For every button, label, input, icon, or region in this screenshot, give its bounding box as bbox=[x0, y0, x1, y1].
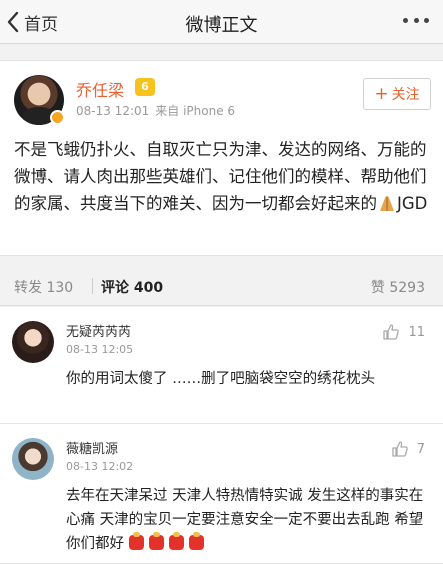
top-navigation-bar: 首页 微博正文 bbox=[0, 0, 443, 44]
gift-emoji-icon bbox=[149, 532, 164, 550]
post-text-suffix: JGD bbox=[397, 194, 428, 213]
avatar[interactable] bbox=[12, 438, 54, 480]
verified-icon bbox=[50, 110, 65, 125]
tab-comment[interactable]: 评论 400 bbox=[101, 277, 163, 297]
comment-author-name[interactable]: 薇糖凯源 bbox=[66, 438, 118, 457]
post-meta: 08-13 12:01 来自 iPhone 6 bbox=[76, 102, 235, 119]
praying-hands-icon bbox=[380, 196, 394, 211]
page-title: 微博正文 bbox=[185, 15, 258, 36]
comment-like-count: 7 bbox=[416, 441, 425, 457]
gift-emoji-icon bbox=[169, 532, 184, 550]
gift-emoji-icon bbox=[189, 532, 204, 550]
tab-like[interactable]: 赞 5293 bbox=[371, 277, 425, 297]
tab-repost[interactable]: 转发 130 bbox=[14, 277, 73, 297]
comment-item: 无疑芮芮芮 08-13 12:05 11 你的用词太傻了 ……删了吧脑袋空空的绣… bbox=[0, 307, 443, 424]
comment-text: 去年在天津呆过 天津人特热情特实诚 发生这样的事实在心痛 天津的宝贝一定要注意安… bbox=[66, 484, 436, 556]
comment-time: 08-13 12:05 bbox=[66, 343, 134, 356]
comment-like-button[interactable]: 11 bbox=[382, 323, 425, 341]
gift-emoji-icon bbox=[129, 532, 144, 550]
follow-button[interactable]: + 关注 bbox=[363, 78, 431, 110]
post-time: 08-13 12:01 bbox=[76, 104, 150, 118]
comment-time: 08-13 12:02 bbox=[66, 460, 134, 473]
post-body: 不是飞蛾仍扑火、自取灭亡只为津、发达的网络、万能的微博、请人肉出那些英雄们、记住… bbox=[14, 136, 434, 217]
divider bbox=[92, 278, 93, 294]
thumbs-up-icon bbox=[392, 441, 408, 457]
weibo-post: 乔任梁 6 08-13 12:01 来自 iPhone 6 + 关注 不是飞蛾仍扑火… bbox=[0, 60, 443, 256]
post-stats-bar: 转发 130 评论 400 赞 5293 bbox=[0, 266, 443, 306]
follow-label: 关注 bbox=[391, 87, 420, 103]
comment-author-name[interactable]: 无疑芮芮芮 bbox=[66, 321, 131, 340]
thumbs-up-icon bbox=[383, 324, 400, 340]
more-options-icon[interactable] bbox=[403, 18, 429, 26]
comment-text: 你的用词太傻了 ……删了吧脑袋空空的绣花枕头 bbox=[66, 371, 376, 387]
plus-icon: + bbox=[374, 84, 389, 104]
comment-like-count: 11 bbox=[408, 324, 425, 340]
avatar[interactable] bbox=[12, 321, 54, 363]
vip-badge: 6 bbox=[135, 78, 155, 96]
comment-text-body: 去年在天津呆过 天津人特热情特实诚 发生这样的事实在心痛 天津的宝贝一定要注意安… bbox=[66, 488, 424, 552]
post-source: 来自 iPhone 6 bbox=[155, 104, 236, 118]
comment-like-button[interactable]: 7 bbox=[391, 440, 425, 458]
post-author-name[interactable]: 乔任梁 bbox=[76, 77, 124, 101]
comment-item: 薇糖凯源 08-13 12:02 7 去年在天津呆过 天津人特热情特实诚 发生这… bbox=[0, 424, 443, 564]
post-text: 不是飞蛾仍扑火、自取灭亡只为津、发达的网络、万能的微博、请人肉出那些英雄们、记住… bbox=[14, 140, 427, 213]
